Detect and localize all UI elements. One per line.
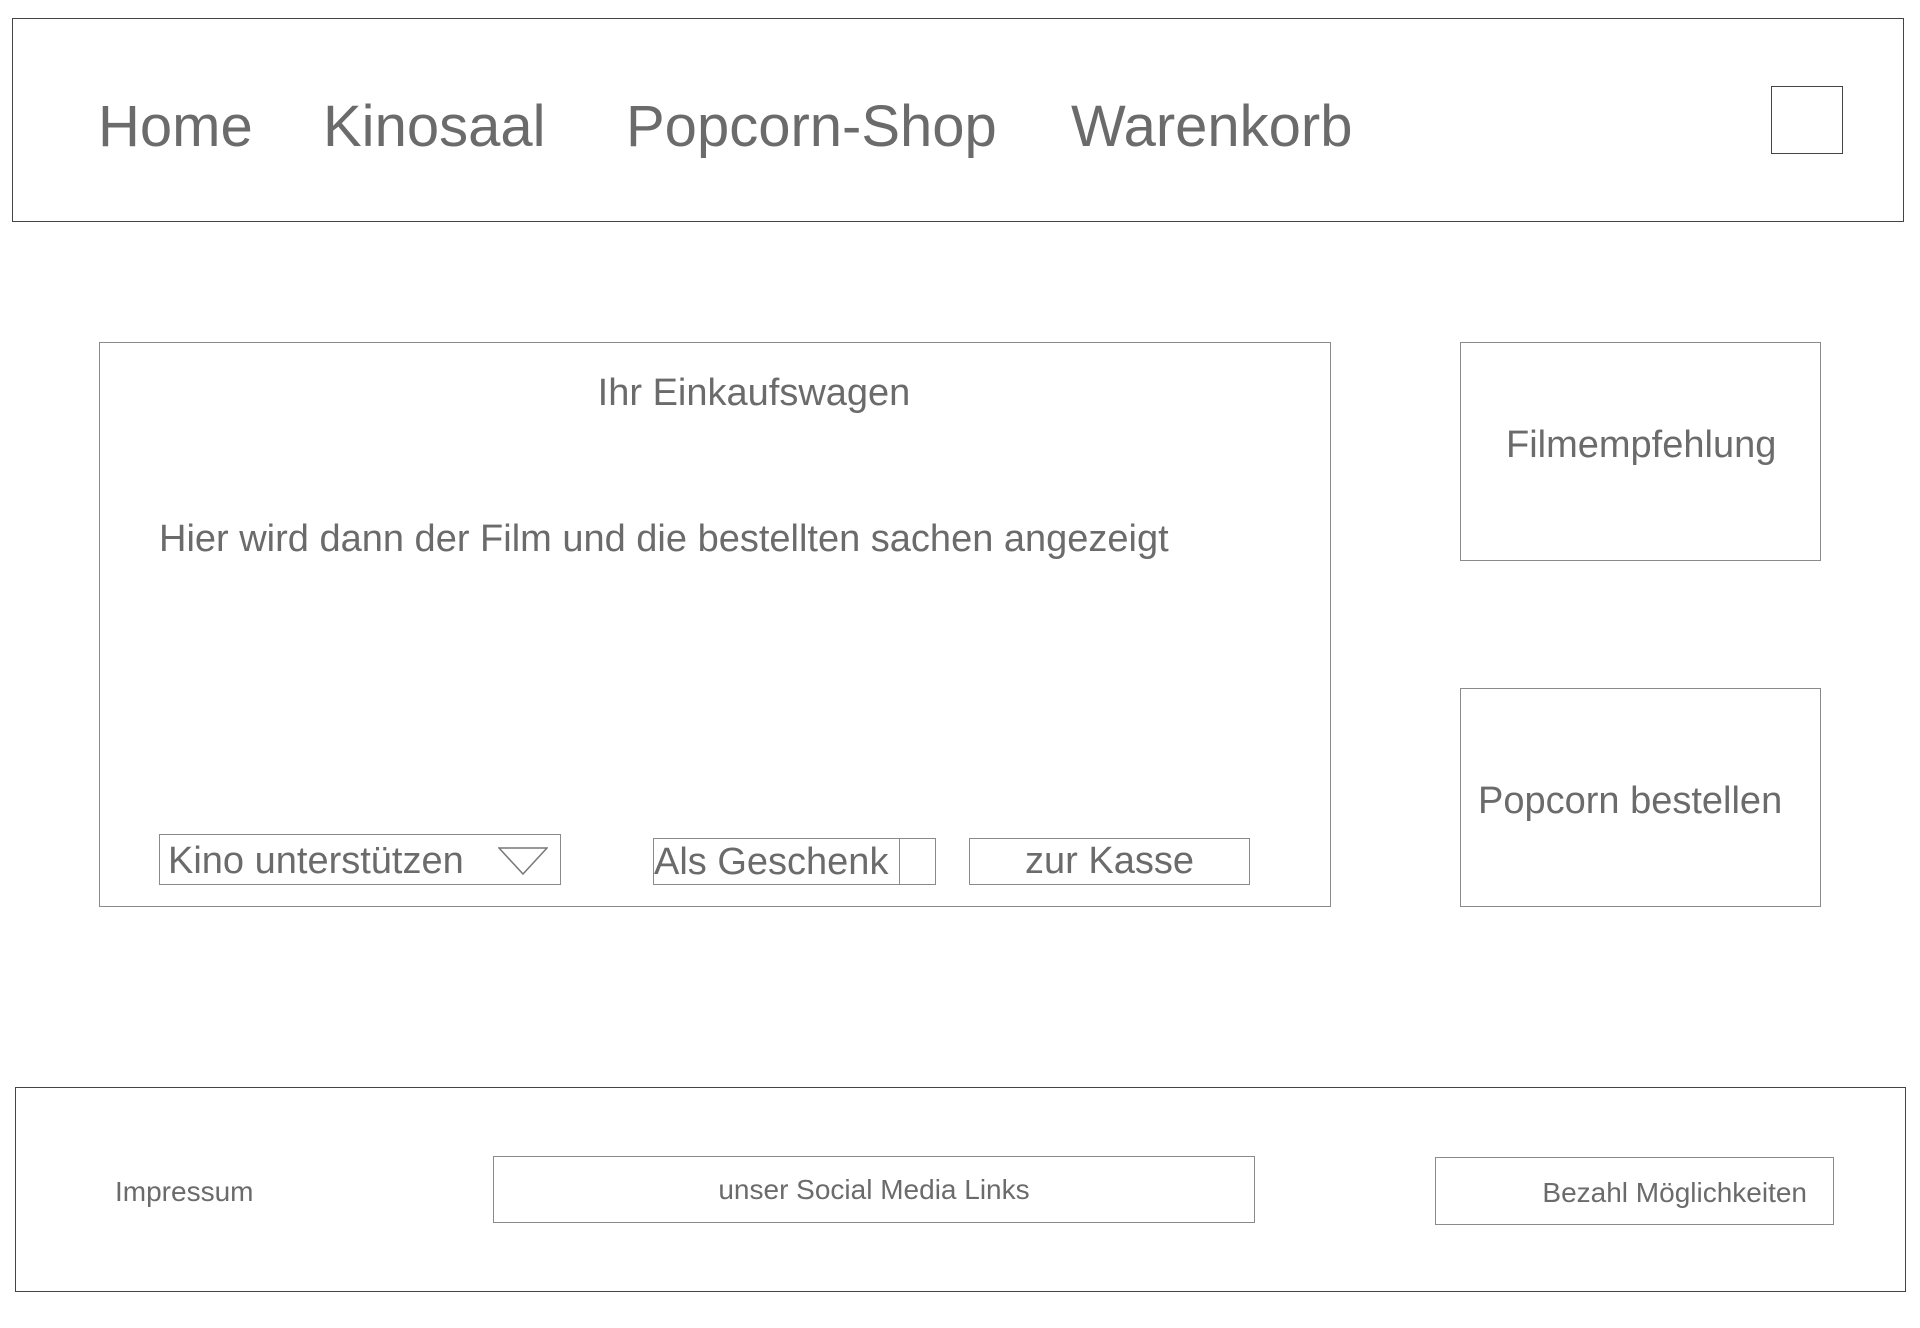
chevron-down-icon xyxy=(498,847,548,875)
order-popcorn-card[interactable]: Popcorn bestellen xyxy=(1460,688,1821,907)
film-recommendation-card[interactable]: Filmempfehlung xyxy=(1460,342,1821,561)
cart-contents-text: Hier wird dann der Film und die bestellt… xyxy=(159,518,1169,560)
nav-kinosaal[interactable]: Kinosaal xyxy=(323,98,545,156)
order-popcorn-label: Popcorn bestellen xyxy=(1478,780,1783,822)
payment-options-label: Bezahl Möglichkeiten xyxy=(1542,1177,1807,1208)
nav-popcorn-shop[interactable]: Popcorn-Shop xyxy=(626,98,997,156)
gift-label: Als Geschenk xyxy=(654,841,889,883)
cart-title: Ihr Einkaufswagen xyxy=(597,372,911,414)
gift-checkbox[interactable] xyxy=(899,839,900,884)
film-recommendation-label: Filmempfehlung xyxy=(1506,424,1777,466)
nav-warenkorb[interactable]: Warenkorb xyxy=(1071,98,1353,156)
social-media-label: unser Social Media Links xyxy=(718,1173,1030,1205)
nav-home[interactable]: Home xyxy=(98,98,253,156)
account-button[interactable] xyxy=(1771,86,1843,154)
support-cinema-dropdown[interactable]: Kino unterstützen xyxy=(159,834,561,885)
checkout-label: zur Kasse xyxy=(1025,840,1194,882)
social-media-links[interactable]: unser Social Media Links xyxy=(493,1156,1255,1223)
checkout-button[interactable]: zur Kasse xyxy=(969,838,1250,885)
gift-option[interactable]: Als Geschenk xyxy=(653,838,936,885)
support-cinema-label: Kino unterstützen xyxy=(168,840,464,882)
payment-options[interactable]: Bezahl Möglichkeiten xyxy=(1435,1157,1834,1225)
cart-panel xyxy=(99,342,1331,907)
impressum-link[interactable]: Impressum xyxy=(115,1178,253,1206)
